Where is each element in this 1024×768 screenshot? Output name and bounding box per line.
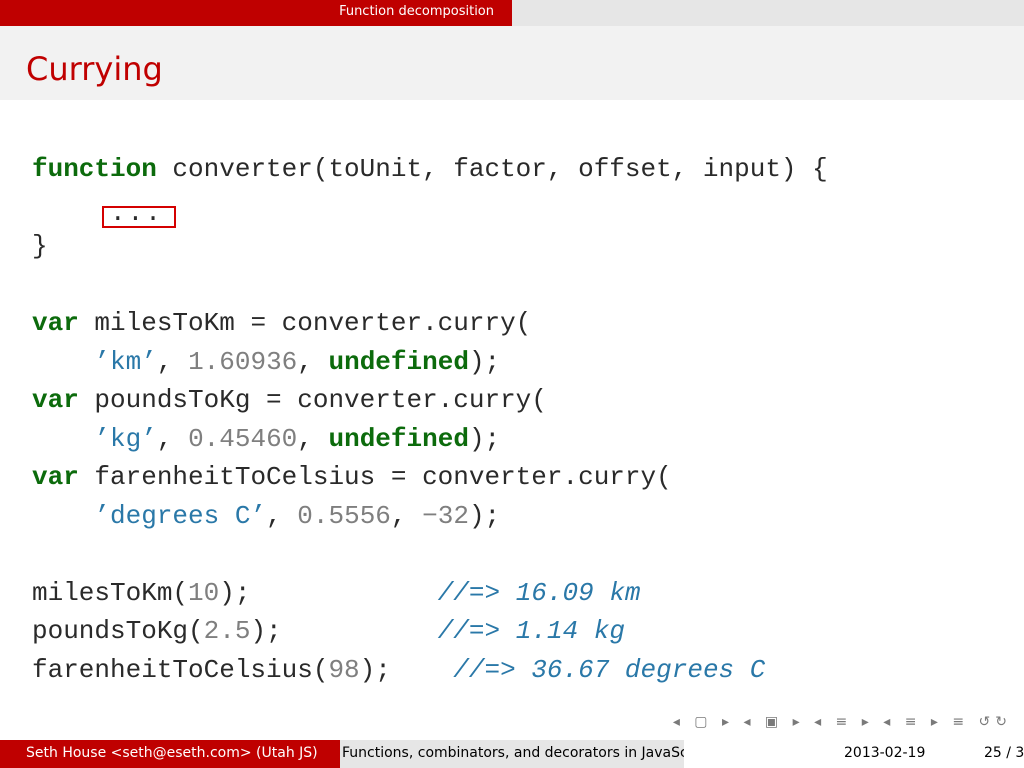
code-block: function converter(toUnit, factor, offse… [32, 150, 828, 689]
code-token: ); [468, 423, 501, 454]
footer-talk-title: Functions, combinators, and decorators i… [342, 745, 684, 761]
code-token: , [156, 346, 189, 377]
code-token: , [156, 423, 189, 454]
code-line: ’kg’, 0.45460, undefined); [32, 420, 828, 459]
code-token: farenheitToCelsius = converter.curry( [78, 462, 672, 492]
code-line: milesToKm(10); //=> 16.09 km [32, 574, 828, 613]
code-token: poundsToKg = converter.curry( [78, 385, 547, 415]
code-token: , [297, 423, 329, 454]
code-token: poundsToKg( [32, 616, 204, 646]
footer-date: 2013-02-19 [844, 745, 926, 761]
code-line: var farenheitToCelsius = converter.curry… [32, 458, 828, 497]
footer-date-page-section: 2013-02-19 25 / 37 [684, 740, 1024, 768]
footer-author-section: Seth House <seth@eseth.com> (Utah JS) [0, 740, 340, 768]
code-token: 98 [328, 654, 360, 685]
code-token: var [32, 308, 79, 338]
code-token: ); [250, 616, 438, 646]
code-token: farenheitToCelsius( [32, 654, 329, 685]
code-token: undefined [328, 346, 469, 377]
header-bar: Function decomposition [0, 0, 1024, 26]
code-token: 10 [188, 577, 220, 608]
code-ellipsis: ... [110, 198, 163, 228]
code-line: ’km’, 1.60936, undefined); [32, 343, 828, 382]
footer-page-number: 25 / 37 [984, 745, 1024, 761]
code-line: poundsToKg(2.5); //=> 1.14 kg [32, 612, 828, 651]
slide-title: Currying [26, 50, 163, 88]
code-token: ); [468, 500, 501, 531]
code-token: //=> 36.67 degrees C [453, 654, 766, 685]
code-line: function converter(toUnit, factor, offse… [32, 150, 828, 189]
code-line: var milesToKm = converter.curry( [32, 304, 828, 343]
code-token: 0.45460 [188, 423, 298, 454]
code-line: ’degrees C’, 0.5556, −32); [32, 497, 828, 536]
code-token: 0.5556 [297, 500, 391, 531]
code-token: ); [468, 346, 501, 377]
code-line: farenheitToCelsius(98); //=> 36.67 degre… [32, 651, 828, 690]
section-title: Function decomposition [339, 4, 494, 19]
code-token: undefined [328, 423, 469, 454]
code-token: //=> 1.14 kg [437, 616, 625, 646]
code-token: , [390, 500, 423, 531]
footer: Seth House <seth@eseth.com> (Utah JS) Fu… [0, 740, 1024, 768]
code-line: } [32, 227, 828, 266]
code-token: var [32, 385, 79, 415]
code-token: //=> 16.09 km [437, 577, 641, 608]
code-token: , [297, 346, 329, 377]
beamer-navigation-icons[interactable]: ◂ ▢ ▸ ◂ ▣ ▸ ◂ ≡ ▸ ◂ ≡ ▸ ≡ ↺↻ [673, 714, 1012, 730]
code-token: ’degrees C’ [94, 500, 267, 531]
code-token: ); [359, 654, 454, 685]
code-line: var poundsToKg = converter.curry( [32, 381, 828, 420]
code-token: milesToKm = converter.curry( [78, 308, 532, 338]
code-token: function [32, 154, 157, 184]
header-section-left: Function decomposition [0, 0, 512, 26]
code-token: var [32, 462, 79, 492]
code-token: converter(toUnit, factor, offset, input)… [156, 154, 828, 184]
code-token: ’km’ [94, 346, 157, 377]
code-token: 2.5 [203, 616, 251, 646]
code-token: milesToKm( [32, 577, 189, 608]
code-token: 1.60936 [188, 346, 298, 377]
header-section-right [512, 0, 1024, 26]
code-token: ’kg’ [94, 423, 157, 454]
code-token: } [32, 231, 48, 261]
code-token: , [266, 500, 298, 531]
code-token: −32 [422, 500, 469, 531]
code-token: ); [219, 577, 438, 608]
footer-title-section: Functions, combinators, and decorators i… [340, 740, 684, 768]
footer-author: Seth House <seth@eseth.com> (Utah JS) [26, 745, 318, 761]
